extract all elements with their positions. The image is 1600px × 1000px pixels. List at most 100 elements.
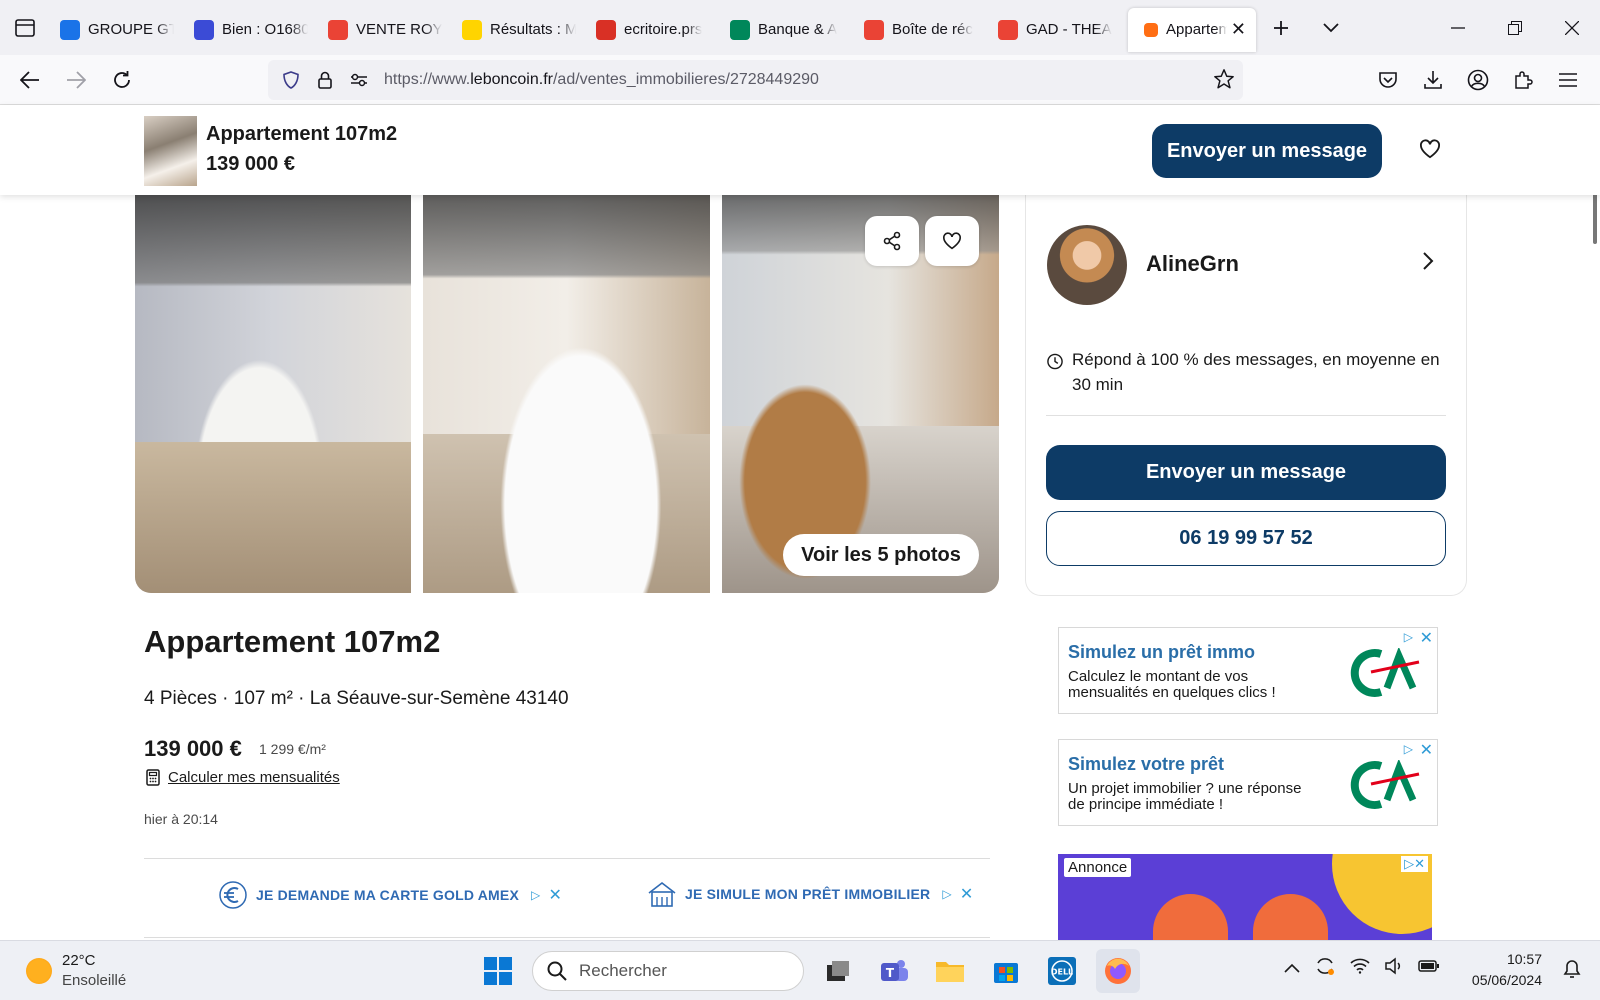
browser-tab[interactable]: VENTE ROYC (318, 8, 452, 52)
taskbar-search[interactable]: Rechercher (532, 951, 804, 991)
lock-icon[interactable] (308, 71, 342, 89)
sticky-send-message-button[interactable]: Envoyer un message (1152, 124, 1382, 178)
reload-button[interactable] (100, 60, 144, 100)
windows-logo-icon (484, 957, 512, 985)
gallery-favorite-button[interactable] (925, 216, 979, 266)
browser-tab[interactable]: Résultats : M (452, 8, 586, 52)
chevron-right-icon[interactable] (1422, 251, 1434, 276)
browser-tab[interactable]: Banque & A (720, 8, 854, 52)
loan-banner[interactable]: JE SIMULE MON PRÊT IMMOBILIER ▷ ✕ (647, 880, 973, 908)
sticky-price: 139 000 € (206, 153, 295, 175)
volume-button[interactable] (1384, 957, 1404, 980)
new-tab-button[interactable] (1256, 6, 1306, 50)
back-button[interactable] (8, 60, 52, 100)
gmail-icon (864, 19, 884, 40)
firefox-button[interactable] (1096, 949, 1140, 993)
view-photos-button[interactable]: Voir les 5 photos (783, 534, 979, 576)
store-button[interactable] (984, 949, 1028, 993)
share-button[interactable] (865, 216, 919, 266)
dell-button[interactable]: DELL (1040, 949, 1084, 993)
teams-button[interactable]: T (872, 949, 916, 993)
adchoices-icon[interactable]: ▷ (1404, 630, 1413, 644)
ad-date: hier à 20:14 (144, 811, 218, 827)
browser-tab[interactable]: Bien : O1680 (184, 8, 318, 52)
credit-agricole-logo-icon (1350, 760, 1420, 809)
close-window-button[interactable] (1543, 0, 1600, 55)
pocket-icon (1378, 72, 1397, 88)
sun-icon (26, 958, 52, 984)
browser-tab[interactable]: GROUPE GTI (50, 8, 184, 52)
pocket-button[interactable] (1365, 71, 1410, 89)
send-message-button[interactable]: Envoyer un message (1046, 445, 1446, 500)
sticky-favorite-button[interactable] (1414, 133, 1446, 165)
search-placeholder: Rechercher (579, 961, 667, 980)
url-bar[interactable]: https://www.leboncoin.fr/ad/ventes_immob… (268, 60, 1243, 100)
amex-banner-label[interactable]: JE DEMANDE MA CARTE GOLD AMEX (256, 887, 519, 903)
gmail-icon (328, 19, 348, 40)
svg-text:DELL: DELL (1051, 968, 1073, 977)
ad-title: Appartement 107m2 (144, 624, 441, 659)
close-ad-icon[interactable]: ✕ (1420, 740, 1433, 760)
start-button[interactable] (476, 949, 520, 993)
calculate-payments-link[interactable]: Calculer mes mensualités (146, 769, 340, 786)
phone-button[interactable]: 06 19 99 57 52 (1046, 511, 1446, 566)
tab-active[interactable]: Appartem ✕ (1128, 7, 1256, 52)
browser-tab[interactable]: GAD - THEA (988, 8, 1122, 52)
at-sign-icon (194, 19, 214, 40)
tab-overflow-button[interactable] (1306, 6, 1356, 50)
ad-thumbnail[interactable] (144, 116, 197, 186)
tracking-protection-icon[interactable] (274, 71, 308, 89)
account-button[interactable] (1455, 69, 1500, 91)
divider (144, 937, 990, 938)
sync-icon (1317, 958, 1334, 975)
forward-button[interactable] (54, 60, 98, 100)
adchoices-icon[interactable]: ▷ (942, 887, 951, 901)
display-ad[interactable]: Annonce ▷✕ (1058, 854, 1432, 940)
notifications-button[interactable] (1562, 959, 1582, 984)
loan-banner-label[interactable]: JE SIMULE MON PRÊT IMMOBILIER (685, 886, 930, 902)
document-icon (596, 19, 616, 40)
photo-open-space[interactable] (423, 195, 710, 593)
downloads-button[interactable] (1410, 70, 1455, 90)
amex-banner[interactable]: JE DEMANDE MA CARTE GOLD AMEX ▷ ✕ (218, 880, 562, 910)
side-ad-loan[interactable]: Simulez votre prêt Un projet immobilier … (1058, 739, 1438, 826)
adchoices-icon[interactable]: ▷ (1404, 742, 1413, 756)
close-tab-icon[interactable]: ✕ (1227, 19, 1246, 40)
browser-tab[interactable]: Boîte de réc (854, 8, 988, 52)
wifi-button[interactable] (1350, 958, 1370, 979)
list-all-tabs-button[interactable] (0, 0, 50, 55)
tab-label: Banque & A (758, 21, 838, 38)
clock-icon (1047, 353, 1063, 370)
seller-avatar[interactable] (1047, 225, 1127, 305)
calculate-payments-label[interactable]: Calculer mes mensualités (168, 769, 340, 786)
extensions-button[interactable] (1500, 70, 1545, 90)
side-ad-title[interactable]: Simulez votre prêt (1068, 754, 1224, 775)
restore-button[interactable] (1486, 0, 1543, 55)
bookmark-star-icon[interactable] (1213, 68, 1235, 95)
side-ad-body: Un projet immobilier ? une réponse de pr… (1068, 780, 1302, 813)
tab-label: Résultats : M (490, 21, 576, 38)
sync-button[interactable] (1314, 955, 1336, 982)
adchoices-close-icon[interactable]: ▷✕ (1401, 856, 1428, 872)
side-ad-title[interactable]: Simulez un prêt immo (1068, 642, 1255, 663)
weather-widget[interactable]: 22°C Ensoleillé (26, 951, 126, 991)
sticky-title: Appartement 107m2 (206, 123, 398, 145)
battery-button[interactable] (1418, 959, 1440, 978)
file-explorer-button[interactable] (928, 949, 972, 993)
system-clock[interactable]: 10:57 05/06/2024 (1472, 949, 1542, 991)
permissions-icon[interactable] (342, 73, 376, 87)
seller-name[interactable]: AlineGrn (1146, 251, 1239, 277)
photo-living-room[interactable] (135, 195, 411, 593)
close-ad-icon[interactable]: ✕ (548, 885, 562, 905)
account-icon (1467, 69, 1488, 91)
minimize-button[interactable] (1429, 0, 1486, 55)
adchoices-icon[interactable]: ▷ (531, 888, 540, 902)
menu-button[interactable] (1545, 73, 1590, 87)
close-ad-icon[interactable]: ✕ (1420, 628, 1433, 648)
side-ad-loan-immo[interactable]: Simulez un prêt immo Calculez le montant… (1058, 627, 1438, 714)
divider (144, 858, 990, 859)
close-ad-icon[interactable]: ✕ (960, 884, 974, 904)
task-view-button[interactable] (816, 949, 860, 993)
browser-tab[interactable]: ecritoire.prs (586, 8, 720, 52)
show-hidden-icons-button[interactable] (1284, 960, 1300, 978)
